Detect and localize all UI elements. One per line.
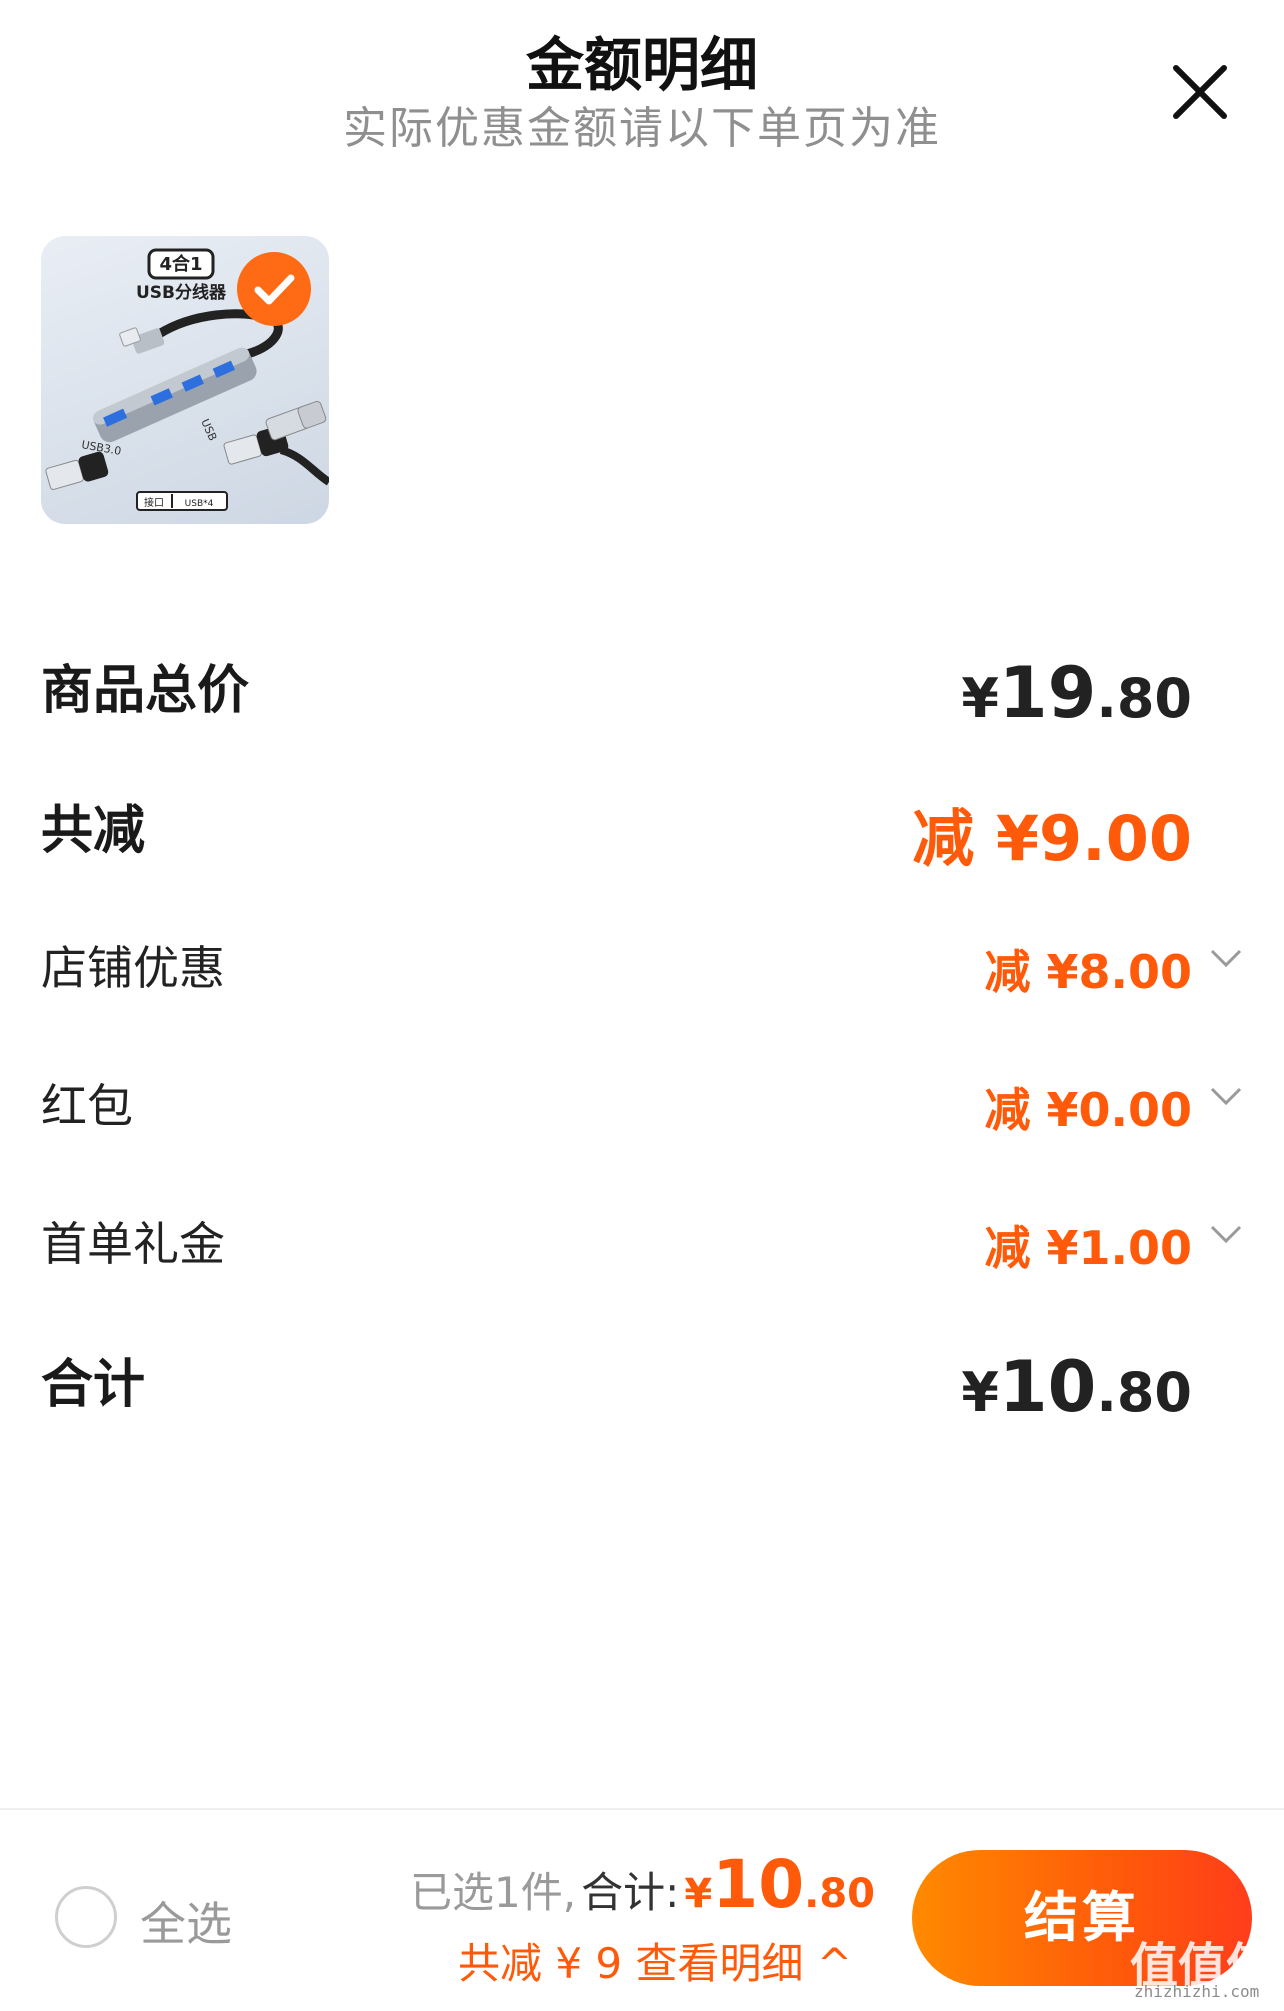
first-order-gift-value: 减 ¥1.00 <box>984 1221 1192 1275</box>
product-name-text: USB分线器 <box>136 282 227 303</box>
shop-discount-value: 减 ¥8.00 <box>984 945 1192 999</box>
sum-dec: .80 <box>804 1871 875 1917</box>
select-all-radio[interactable] <box>55 1886 117 1948</box>
red-packet-value: 减 ¥0.00 <box>984 1083 1192 1137</box>
sum-int: 10 <box>712 1846 805 1923</box>
product-badge-text: 4合1 <box>159 253 202 275</box>
selected-count: 已选1件, <box>410 1868 577 1917</box>
sum-currency: ¥ <box>684 1871 713 1917</box>
port-label: 接口 <box>144 496 164 509</box>
page-subtitle: 实际优惠金额请以下单页为准 <box>343 103 941 154</box>
total-reduce-label: 共减 <box>41 801 146 861</box>
selected-check-badge[interactable] <box>237 252 311 326</box>
chevron-down-icon <box>1210 949 1242 968</box>
shop-discount-expand[interactable] <box>1206 938 1246 978</box>
select-all-label[interactable]: 全选 <box>140 1888 232 1954</box>
chevron-down-icon <box>1210 1087 1242 1106</box>
watermark: 值值值 zhizhizhi.com <box>1130 1926 1280 2006</box>
check-icon <box>254 274 295 305</box>
red-packet-expand[interactable] <box>1206 1076 1246 1116</box>
subtotal-label: 合计 <box>41 1355 146 1415</box>
red-packet-label: 红包 <box>41 1079 133 1133</box>
summary-line: 已选1件, 合计: ¥10.80 <box>410 1846 875 1923</box>
total-reduce-value: 减 ¥9.00 <box>912 802 1192 875</box>
watermark-url: zhizhizhi.com <box>1134 1982 1260 2001</box>
close-icon <box>1173 65 1227 119</box>
port-value: USB*4 <box>185 499 214 509</box>
total-price-label: 商品总价 <box>41 661 250 721</box>
shop-discount-label: 店铺优惠 <box>41 941 225 995</box>
first-order-gift-expand[interactable] <box>1206 1214 1246 1254</box>
first-order-gift-label: 首单礼金 <box>41 1217 225 1271</box>
page-title: 金额明细 <box>525 31 758 99</box>
close-button[interactable] <box>1168 60 1232 124</box>
total-price-value: ¥19.80 <box>961 652 1192 734</box>
bottom-checkout-bar: 全选 已选1件, 合计: ¥10.80 共减 ¥ 9 查看明细 ^ 结算 <box>0 1808 1284 2011</box>
sum-label: 合计: <box>581 1868 680 1917</box>
view-details-link[interactable]: 共减 ¥ 9 查看明细 ^ <box>458 1930 852 1991</box>
chevron-down-icon <box>1210 1225 1242 1244</box>
subtotal-value: ¥10.80 <box>961 1346 1192 1428</box>
header: 金额明细 实际优惠金额请以下单页为准 <box>0 0 1284 170</box>
usb-label: USB <box>198 417 219 443</box>
